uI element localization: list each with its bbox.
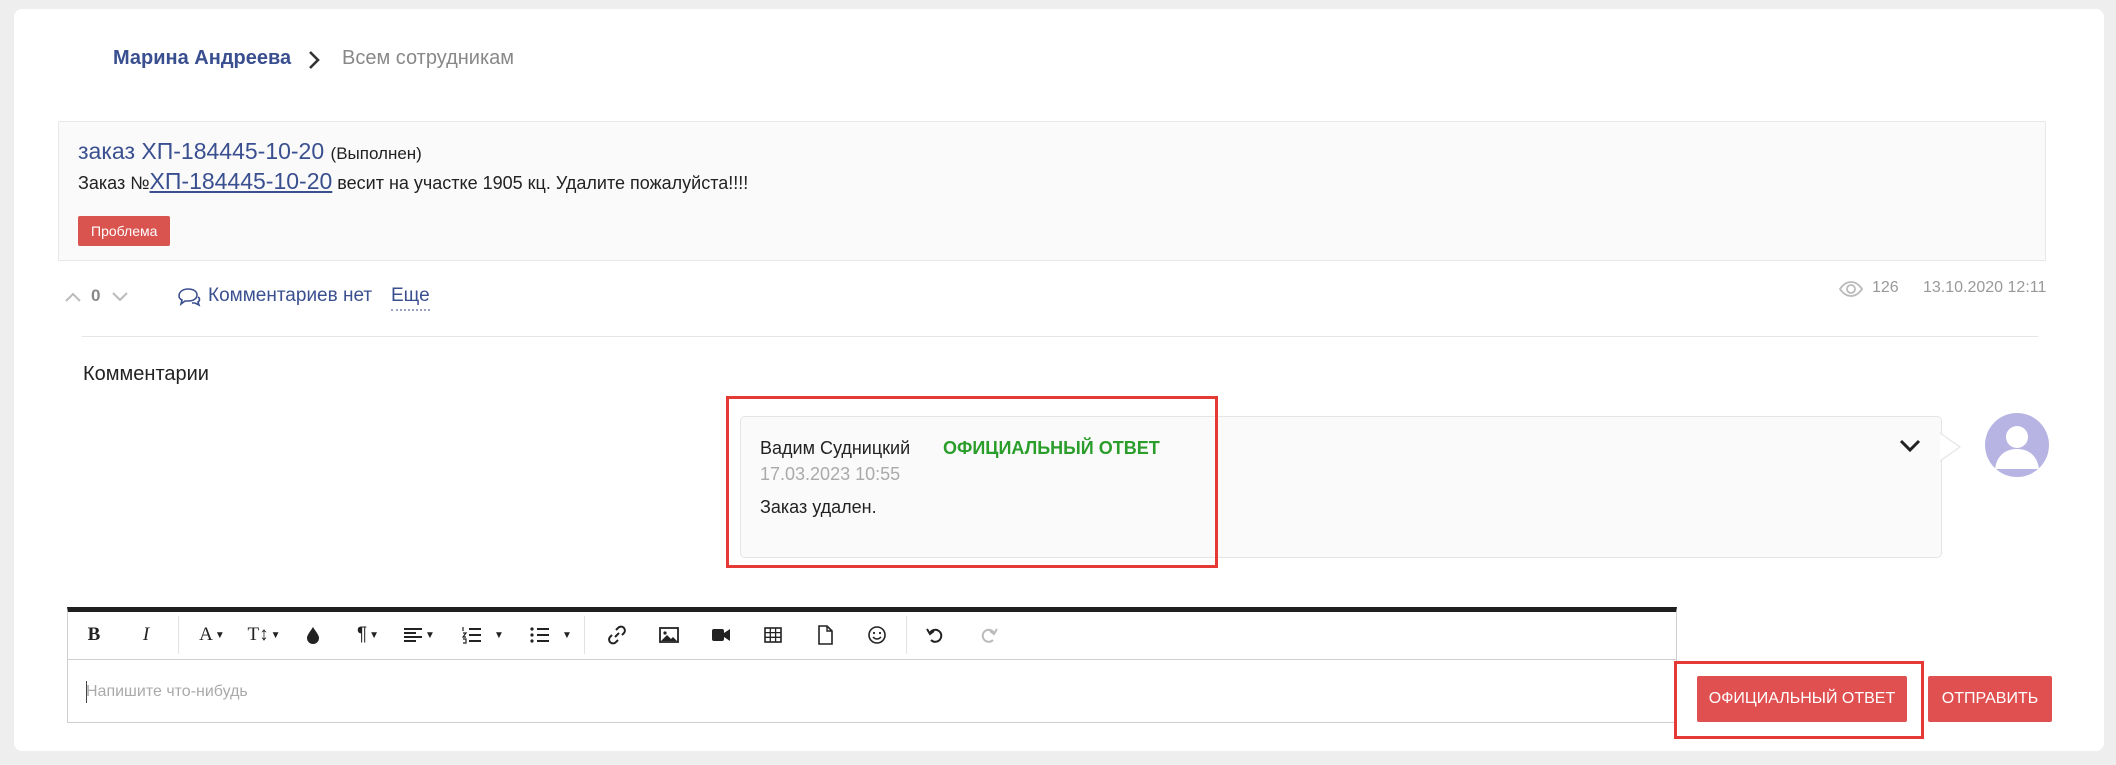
send-button[interactable]: ОТПРАВИТЬ bbox=[1928, 676, 2052, 722]
toolbar-separator bbox=[178, 616, 179, 654]
vote-up-icon[interactable] bbox=[63, 289, 83, 305]
align-left-icon bbox=[404, 628, 423, 642]
comments-link[interactable]: Комментариев нет bbox=[208, 285, 372, 307]
highlight-official-button bbox=[1674, 661, 1924, 739]
link-button[interactable] bbox=[602, 618, 632, 652]
toolbar-separator bbox=[906, 616, 907, 654]
bullet-list-button[interactable]: ▼ bbox=[526, 618, 576, 652]
image-icon bbox=[659, 627, 679, 643]
ordered-list-button[interactable]: ▼ bbox=[458, 618, 508, 652]
post-title-link[interactable]: заказ ХП-184445-10-20 bbox=[78, 138, 324, 164]
file-button[interactable] bbox=[810, 618, 840, 652]
text-cursor bbox=[86, 681, 87, 703]
file-icon bbox=[818, 625, 833, 645]
undo-icon bbox=[926, 628, 943, 643]
comments-icon bbox=[178, 288, 201, 307]
droplet-icon bbox=[307, 627, 319, 644]
toolbar-separator bbox=[584, 616, 585, 654]
link-icon bbox=[608, 625, 626, 645]
bold-button[interactable]: B bbox=[80, 618, 108, 652]
table-button[interactable] bbox=[758, 618, 788, 652]
video-icon bbox=[712, 629, 730, 641]
comments-heading: Комментарии bbox=[83, 363, 209, 385]
eye-icon bbox=[1838, 281, 1864, 297]
avatar[interactable] bbox=[1985, 413, 2049, 477]
editor-toolbar: B I A ▼ T↕ ▼ ¶ ▼ ▼ ▼ ▼ bbox=[68, 612, 1676, 660]
undo-button[interactable] bbox=[920, 618, 950, 652]
comment-pointer bbox=[1940, 432, 1962, 462]
post-title: заказ ХП-184445-10-20 (Выполнен) bbox=[78, 138, 422, 165]
breadcrumb-author-link[interactable]: Марина Андреева bbox=[113, 47, 291, 70]
text-color-button[interactable] bbox=[300, 618, 326, 652]
ordered-list-icon bbox=[462, 627, 482, 644]
chevron-down-icon[interactable] bbox=[1898, 436, 1922, 456]
table-icon bbox=[764, 627, 782, 643]
vote-count: 0 bbox=[91, 286, 101, 305]
italic-button[interactable]: I bbox=[132, 618, 160, 652]
post-date: 13.10.2020 12:11 bbox=[1923, 279, 2047, 296]
redo-icon bbox=[981, 628, 998, 643]
breadcrumb-audience: Всем сотрудникам bbox=[342, 47, 515, 69]
font-family-button[interactable]: A ▼ bbox=[192, 618, 232, 652]
divider bbox=[82, 336, 2038, 337]
bullet-list-icon bbox=[530, 627, 550, 643]
more-link[interactable]: Еще bbox=[391, 285, 430, 311]
smiley-icon bbox=[868, 626, 886, 644]
paragraph-button[interactable]: ¶ ▼ bbox=[350, 618, 386, 652]
post-body: Заказ №ХП-184445-10-20 весит на участке … bbox=[78, 168, 749, 194]
comment-input[interactable] bbox=[86, 672, 1666, 712]
problem-tag[interactable]: Проблема bbox=[78, 216, 171, 246]
user-icon bbox=[1995, 426, 2039, 469]
align-button[interactable]: ▼ bbox=[400, 618, 438, 652]
chevron-right-icon bbox=[309, 51, 320, 69]
order-link[interactable]: ХП-184445-10-20 bbox=[150, 168, 333, 194]
views-count: 126 bbox=[1872, 279, 1899, 296]
vote-down-icon[interactable] bbox=[110, 289, 130, 305]
highlight-comment bbox=[726, 396, 1218, 568]
image-button[interactable] bbox=[654, 618, 684, 652]
emoji-button[interactable] bbox=[862, 618, 892, 652]
post-status: (Выполнен) bbox=[330, 144, 422, 163]
video-button[interactable] bbox=[706, 618, 736, 652]
redo-button[interactable] bbox=[974, 618, 1004, 652]
font-size-button[interactable]: T↕ ▼ bbox=[244, 618, 284, 652]
